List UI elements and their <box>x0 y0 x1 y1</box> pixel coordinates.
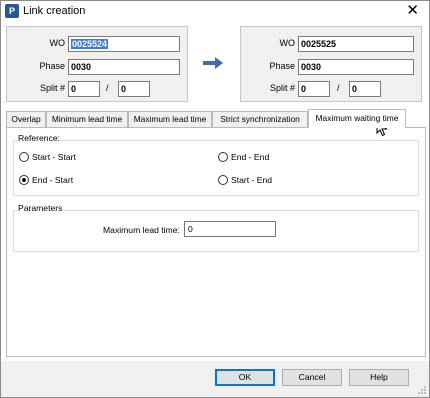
wo-field[interactable]: 0025524 <box>68 36 180 52</box>
radio-label: End - Start <box>32 175 74 185</box>
link-creation-dialog: P Link creation ✕ WO 0025524 Phase 0030 … <box>0 0 430 398</box>
split-field-b[interactable]: 0 <box>118 81 150 97</box>
radio-label: Start - Start <box>32 152 76 162</box>
reference-title: Reference: <box>17 133 62 143</box>
ok-button[interactable]: OK <box>215 369 275 386</box>
window-title: Link creation <box>23 5 86 17</box>
radio-label: End - End <box>231 152 270 162</box>
split-field-a[interactable]: 0 <box>298 81 330 97</box>
source-operation-panel: WO 0025524 Phase 0030 Split # 0 / 0 <box>6 26 188 102</box>
cancel-button[interactable]: Cancel <box>282 369 342 386</box>
wo-value: 0025524 <box>71 39 109 49</box>
wo-field[interactable]: 0025525 <box>298 36 414 52</box>
close-icon[interactable]: ✕ <box>406 2 419 20</box>
parameters-title: Parameters <box>17 203 64 213</box>
arrow-right-icon <box>203 57 223 69</box>
split-field-b[interactable]: 0 <box>349 81 381 97</box>
split-field-a[interactable]: 0 <box>68 81 100 97</box>
target-operation-panel: WO 0025525 Phase 0030 Split # 0 / 0 <box>240 26 422 102</box>
radio-indicator <box>218 152 228 162</box>
radio-end-end[interactable]: End - End <box>218 152 269 162</box>
split-separator: / <box>337 83 340 93</box>
split-label: Split # <box>269 83 295 93</box>
wo-label: WO <box>49 38 66 48</box>
phase-label: Phase <box>39 61 65 71</box>
radio-indicator <box>19 175 29 185</box>
reference-group <box>13 140 419 196</box>
split-separator: / <box>106 83 109 93</box>
help-button[interactable]: Help <box>349 369 409 386</box>
split-label: Split # <box>39 83 65 93</box>
maximum-lead-time-input[interactable]: 0 <box>184 221 276 237</box>
tab-panel: Reference: Start - Start End - End End -… <box>6 127 426 357</box>
tab-minimum-lead-time[interactable]: Minimum lead time <box>46 111 128 128</box>
tab-strict-synchronization[interactable]: Strict synchronization <box>212 111 308 128</box>
radio-start-end[interactable]: Start - End <box>218 175 272 185</box>
tab-overlap[interactable]: Overlap <box>6 111 46 128</box>
radio-start-start[interactable]: Start - Start <box>19 152 76 162</box>
wo-label: WO <box>279 38 296 48</box>
tab-maximum-waiting-time[interactable]: Maximum waiting time <box>308 109 406 128</box>
radio-end-start[interactable]: End - Start <box>19 175 73 185</box>
phase-label: Phase <box>269 61 295 71</box>
phase-field[interactable]: 0030 <box>68 59 180 75</box>
maximum-lead-time-label: Maximum lead time: <box>103 225 180 235</box>
phase-field[interactable]: 0030 <box>298 59 414 75</box>
app-icon: P <box>5 4 19 18</box>
title-bar: P Link creation ✕ <box>1 1 429 23</box>
radio-indicator <box>19 152 29 162</box>
resize-grip-icon[interactable] <box>417 385 427 395</box>
radio-label: Start - End <box>231 175 273 185</box>
tab-maximum-lead-time[interactable]: Maximum lead time <box>128 111 212 128</box>
radio-indicator <box>218 175 228 185</box>
